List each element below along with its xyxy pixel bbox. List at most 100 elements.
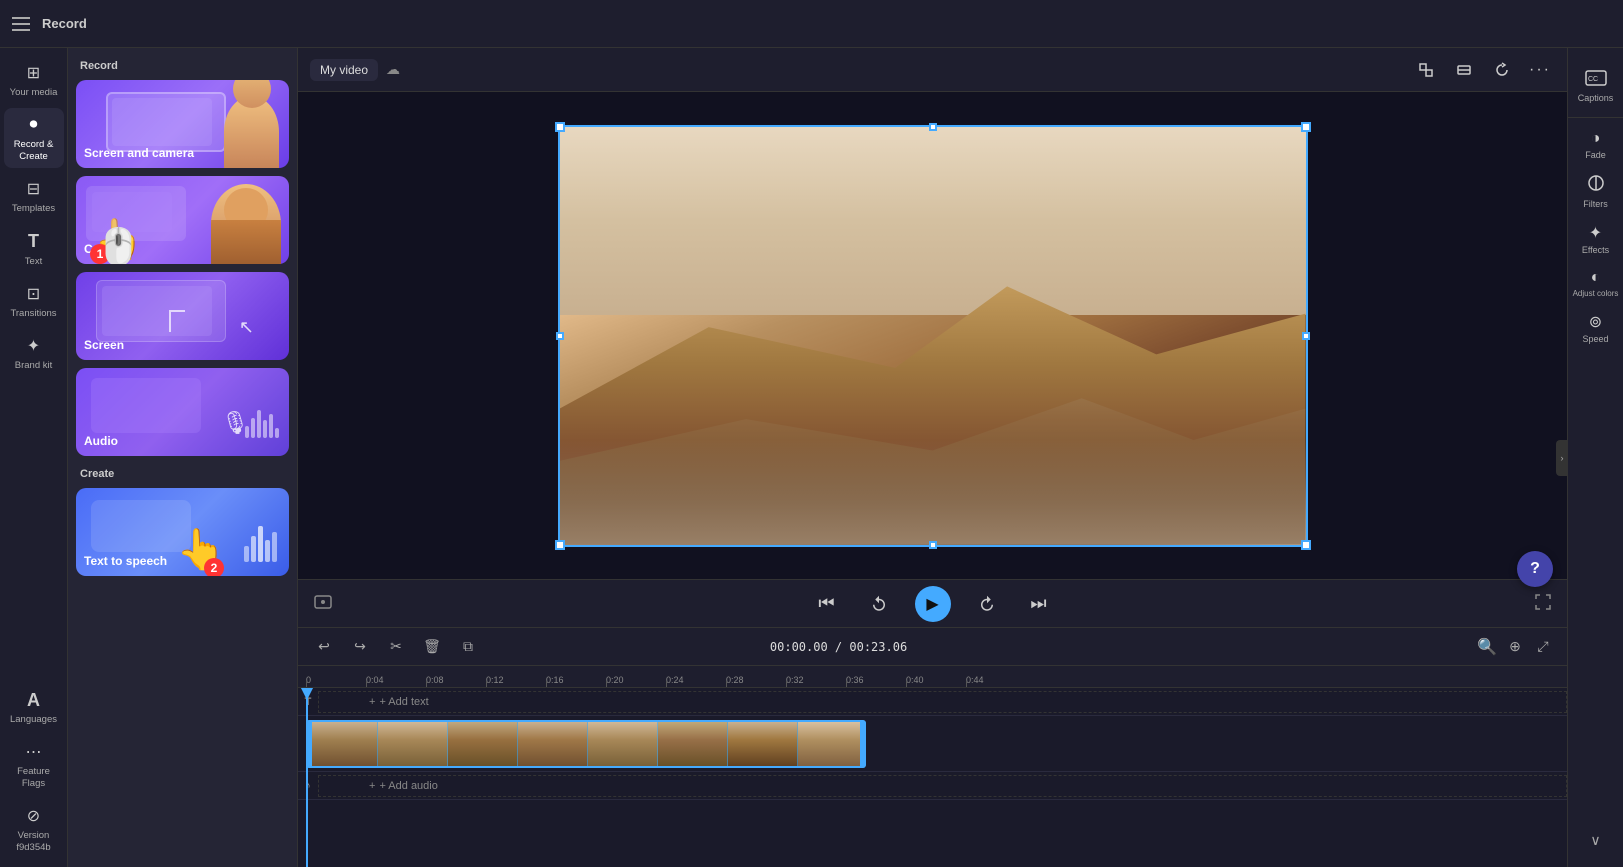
main-layout: ⊞ Your media ⏺ Record & Create ⊟ Templat… [0,48,1623,867]
right-panel-expand-button[interactable]: › [1556,440,1568,476]
captions-button[interactable]: CC Captions [1571,64,1621,109]
sidebar-item-your-media[interactable]: ⊞ Your media [4,56,64,104]
crop-tool-button[interactable] [1411,55,1441,85]
right-panel-collapse-lower[interactable]: ∨ [1571,826,1621,855]
skip-to-start-button[interactable]: ⏮ [811,588,843,620]
timeline-content: T + + Add text [298,688,1567,867]
right-panel-adjust-colors[interactable]: ◐ Adjust colors [1571,263,1621,304]
zoom-out-button[interactable]: 🔍 [1475,635,1499,659]
sidebar-label-feature-flags: Feature Flags [8,766,60,789]
sidebar-label-your-media: Your media [10,87,58,98]
skip-to-end-button[interactable]: ⏭ [1023,588,1055,620]
right-panel-fade[interactable]: ◑ Fade [1571,124,1621,166]
rewind-button[interactable] [863,588,895,620]
audio-track-content[interactable]: + + Add audio [318,775,1567,797]
fog-layer [560,440,1306,545]
resize-handle-tl[interactable] [555,122,565,132]
clip-trim-right[interactable] [860,720,866,768]
record-card-screen-camera[interactable]: Screen and camera [76,80,289,168]
card-label-screen-camera: Screen and camera [84,146,194,160]
play-pause-button[interactable]: ▶ [915,586,951,622]
menu-button[interactable] [12,17,30,31]
record-create-icon: ⏺ [23,114,45,136]
fast-forward-button[interactable] [971,588,1003,620]
resize-handle-bl[interactable] [555,540,565,550]
rotate-tool-button[interactable] [1487,55,1517,85]
sidebar-item-brand-kit[interactable]: ✦ Brand kit [4,329,64,377]
more-options-button[interactable]: ··· [1525,55,1555,85]
add-audio-label: + Add audio [379,780,437,792]
audio-track: ♪ + + Add audio [298,772,1567,800]
filters-icon [1587,174,1605,197]
create-section: Create 👆 2 [76,468,289,576]
captions-label: Captions [1578,93,1614,103]
create-card-text-to-speech[interactable]: 👆 2 Text to speech [76,488,289,576]
sidebar-item-templates[interactable]: ⊟ Templates [4,172,64,220]
right-panel: › CC Captions ◑ Fade [1567,48,1623,867]
record-card-screen[interactable]: ↖ Screen [76,272,289,360]
video-frame[interactable] [558,125,1308,547]
sidebar-label-languages: Languages [10,714,57,725]
duplicate-button[interactable]: ⧉ [454,633,482,661]
card-label-audio: Audio [84,434,118,448]
sidebar-label-transitions: Transitions [10,308,56,319]
sidebar-label-record-create: Record & Create [8,139,60,162]
right-panel-speed[interactable]: ⊚ Speed [1571,306,1621,350]
sky-layer [560,127,1306,315]
fade-icon: ◑ [1591,130,1601,148]
undo-button[interactable]: ↩ [310,633,338,661]
delete-button[interactable]: 🗑 [418,633,446,661]
timeline-playhead[interactable] [306,688,308,867]
timeline-ruler: 0 0:04 0:08 0:12 0:16 0:20 0:24 0:28 0:3… [298,666,1567,688]
resize-tool-button[interactable] [1449,55,1479,85]
cloud-save-icon[interactable]: ☁ [386,61,400,78]
dune-visual [560,127,1306,545]
video-title-tab[interactable]: My video [310,59,378,81]
record-card-audio[interactable]: 🎙 Audio [76,368,289,456]
right-panel-filters[interactable]: Filters [1571,168,1621,215]
resize-handle-top[interactable] [929,123,937,131]
timeline-area: ↩ ↪ ✂ 🗑 ⧉ 00:00.00 / 00:23.06 🔍 ⊕ ⤢ 0 0:… [298,627,1567,867]
sidebar-label-text: Text [25,256,42,267]
cut-button[interactable]: ✂ [382,633,410,661]
sidebar-item-text[interactable]: T Text [4,225,64,273]
resize-handle-bottom[interactable] [929,541,937,549]
timeline-zoom-controls: 🔍 ⊕ ⤢ [1475,635,1555,659]
resize-handle-br[interactable] [1301,540,1311,550]
playback-controls: ⏮ ▶ ⏭ [298,579,1567,627]
video-clip[interactable] [306,720,866,768]
adjust-colors-label: Adjust colors [1573,289,1619,298]
record-card-camera[interactable]: 🖱️ 👆 1 Camera [76,176,289,264]
sidebar-label-templates: Templates [12,203,55,214]
clip-thumbnail-8 [798,722,864,766]
languages-icon: A [23,689,45,711]
add-text-button[interactable]: + + Add text [369,696,429,708]
zoom-in-button[interactable]: ⊕ [1503,635,1527,659]
sidebar-label-version: Version f9d354b [8,830,60,853]
resize-handle-left[interactable] [556,332,564,340]
fit-timeline-button[interactable]: ⤢ [1531,635,1555,659]
sidebar-item-feature-flags[interactable]: ⋯ Feature Flags [4,735,64,795]
clip-thumbnail-3 [448,722,518,766]
help-button[interactable]: ? [1517,551,1553,587]
redo-button[interactable]: ↪ [346,633,374,661]
resize-handle-tr[interactable] [1301,122,1311,132]
sidebar-item-record-create[interactable]: ⏺ Record & Create [4,108,64,168]
section-title-record: Record [76,60,289,72]
right-panel-effects[interactable]: ✦ Effects [1571,217,1621,261]
sidebar-item-version[interactable]: ⊘ Version f9d354b [4,799,64,859]
video-preview [560,127,1306,545]
screen-playback-button[interactable] [314,595,332,612]
add-audio-button[interactable]: + + Add audio [369,780,438,792]
resize-handle-right[interactable] [1302,332,1310,340]
left-icon-sidebar: ⊞ Your media ⏺ Record & Create ⊟ Templat… [0,48,68,867]
version-icon: ⊘ [23,805,45,827]
video-toolbar: My video ☁ ··· [298,48,1567,92]
clip-thumbnail-5 [588,722,658,766]
adjust-colors-icon: ◐ [1591,269,1601,287]
text-track-content[interactable]: + + Add text [318,691,1567,713]
fullscreen-button[interactable] [1535,594,1551,613]
sidebar-item-languages[interactable]: A Languages [4,683,64,731]
sidebar-item-transitions[interactable]: ⊡ Transitions [4,277,64,325]
speed-icon: ⊚ [1589,312,1602,332]
